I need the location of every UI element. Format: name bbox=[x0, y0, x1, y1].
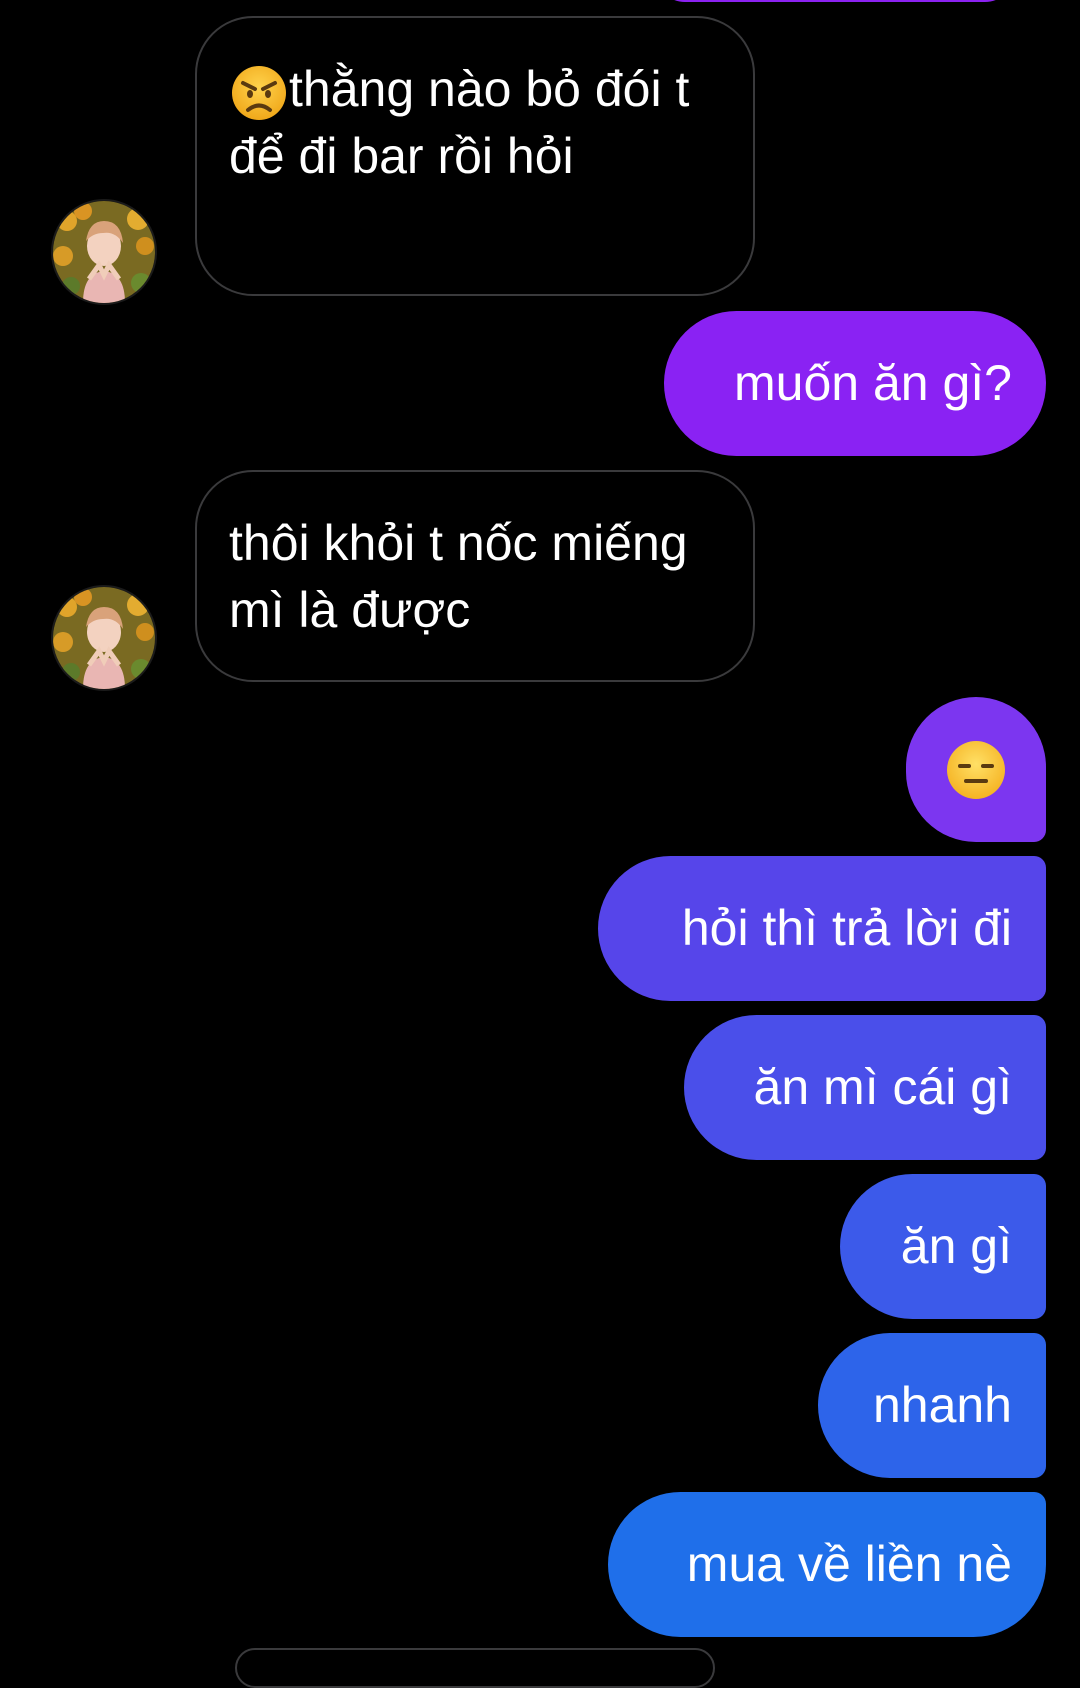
message-text: thôi khỏi t nốc miếng mì là được bbox=[229, 515, 688, 638]
message-text: ăn gì bbox=[900, 1218, 1012, 1274]
previous-message-bubble-partial[interactable] bbox=[655, 0, 1015, 2]
contact-avatar[interactable] bbox=[51, 199, 157, 305]
message-text: thằng nào bỏ đói t để đi bar rồi hỏi bbox=[229, 61, 690, 184]
next-message-bubble-partial[interactable] bbox=[235, 1648, 715, 1688]
message-text: nhanh bbox=[872, 1377, 1012, 1433]
outgoing-emoji-bubble[interactable] bbox=[906, 697, 1046, 842]
message-text: muốn ăn gì? bbox=[734, 355, 1012, 411]
incoming-message-bubble[interactable]: thằng nào bỏ đói t để đi bar rồi hỏi bbox=[195, 16, 755, 296]
outgoing-message-bubble[interactable]: nhanh bbox=[818, 1333, 1046, 1478]
outgoing-message-bubble[interactable]: ăn mì cái gì bbox=[684, 1015, 1046, 1160]
outgoing-message-bubble[interactable]: ăn gì bbox=[840, 1174, 1046, 1319]
angry-face-icon bbox=[229, 63, 289, 123]
avatar-photo-icon bbox=[53, 587, 155, 689]
outgoing-message-bubble[interactable]: muốn ăn gì? bbox=[664, 311, 1046, 456]
avatar-photo-icon bbox=[53, 201, 155, 303]
message-text: ăn mì cái gì bbox=[753, 1059, 1012, 1115]
expressionless-face-icon bbox=[944, 738, 1008, 802]
contact-avatar[interactable] bbox=[51, 585, 157, 691]
outgoing-message-bubble[interactable]: hỏi thì trả lời đi bbox=[598, 856, 1046, 1001]
outgoing-message-bubble[interactable]: mua về liền nè bbox=[608, 1492, 1046, 1637]
message-text: mua về liền nè bbox=[686, 1536, 1012, 1592]
message-text: hỏi thì trả lời đi bbox=[681, 900, 1012, 956]
incoming-message-bubble[interactable]: thôi khỏi t nốc miếng mì là được bbox=[195, 470, 755, 682]
